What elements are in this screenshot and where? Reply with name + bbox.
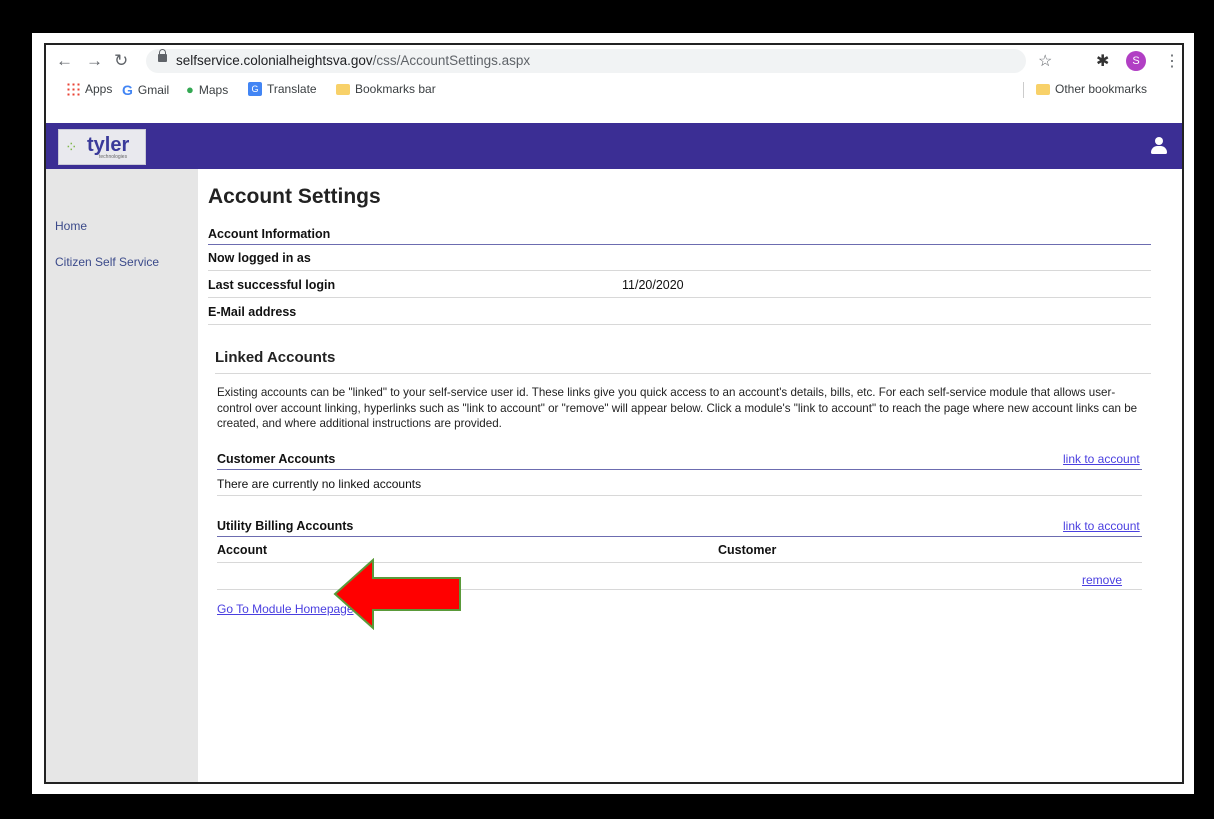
address-bar[interactable]: selfservice.colonialheightsva.gov/css/Ac… [146,49,1026,73]
bookmark-gmail[interactable]: G Gmail [122,82,169,98]
account-information-heading: Account Information [208,227,331,241]
divider [217,536,1142,537]
utility-link-to-account[interactable]: link to account [1063,519,1140,533]
page-title: Account Settings [208,185,381,208]
main-content: Account Settings Account Information Now… [198,169,1182,782]
sidebar-item-home[interactable]: Home [55,219,87,233]
red-arrow-annotation [333,558,461,630]
translate-icon: G [248,82,262,96]
info-label: Now logged in as [208,251,311,265]
folder-icon [336,83,350,95]
back-icon[interactable]: ← [56,51,73,71]
bookmark-translate[interactable]: G Translate [248,82,317,96]
url-text: selfservice.colonialheightsva.gov/css/Ac… [176,53,531,68]
divider [217,495,1142,496]
info-row: Last successful login 11/20/2020 [208,278,1151,292]
bookmarks-bar: Apps G Gmail ● Maps G Translate Bookmark… [46,77,1182,103]
bookmark-maps[interactable]: ● Maps [186,82,228,97]
bookmark-other[interactable]: Other bookmarks [1036,82,1147,96]
remove-link[interactable]: remove [1082,573,1122,587]
column-header-customer: Customer [718,543,777,557]
screenshot-frame: ← → ↻ selfservice.colonialheightsva.gov/… [32,33,1194,794]
star-icon[interactable]: ☆ [1038,51,1052,71]
info-row: E-Mail address [208,305,1151,319]
divider [217,469,1142,470]
info-label: E-Mail address [208,305,297,319]
bookmark-folder-bar[interactable]: Bookmarks bar [336,82,436,96]
linked-accounts-heading: Linked Accounts [215,349,336,366]
maps-pin-icon: ● [186,82,194,97]
info-value: 11/20/2020 [622,278,684,292]
apps-grid-icon [66,82,80,96]
customer-link-to-account[interactable]: link to account [1063,452,1140,466]
divider [208,297,1151,298]
menu-icon[interactable]: ⋮ [1164,51,1180,71]
forward-icon[interactable]: → [86,51,103,71]
tyler-logo[interactable]: ⁘ tyler technologies [58,129,146,165]
app-header: ⁘ tyler technologies [46,123,1182,169]
sidebar: Home Citizen Self Service [46,169,198,782]
info-label: Last successful login [208,278,336,292]
reload-icon[interactable]: ↻ [114,51,128,71]
google-g-icon: G [122,82,133,98]
browser-window: ← → ↻ selfservice.colonialheightsva.gov/… [44,43,1184,784]
divider [208,244,1151,245]
column-header-account: Account [217,543,267,557]
divider [215,373,1151,374]
logo-mark-icon: ⁘ [65,139,78,156]
linked-accounts-description: Existing accounts can be "linked" to you… [217,386,1138,430]
profile-avatar[interactable]: S [1126,51,1146,71]
folder-icon [1036,83,1050,95]
lock-icon [158,49,167,62]
sidebar-item-citizen-self-service[interactable]: Citizen Self Service [55,255,159,269]
extensions-icon[interactable]: ✱ [1096,51,1109,71]
user-icon[interactable] [1150,137,1168,155]
utility-billing-heading: Utility Billing Accounts [217,519,354,533]
info-row: Now logged in as [208,251,1151,265]
bookmark-apps[interactable]: Apps [66,82,112,96]
divider [208,324,1151,325]
no-linked-accounts-text: There are currently no linked accounts [217,477,422,491]
divider [208,270,1151,271]
browser-toolbar: ← → ↻ selfservice.colonialheightsva.gov/… [46,45,1182,77]
bookmark-separator [1023,82,1024,98]
customer-accounts-heading: Customer Accounts [217,452,336,466]
